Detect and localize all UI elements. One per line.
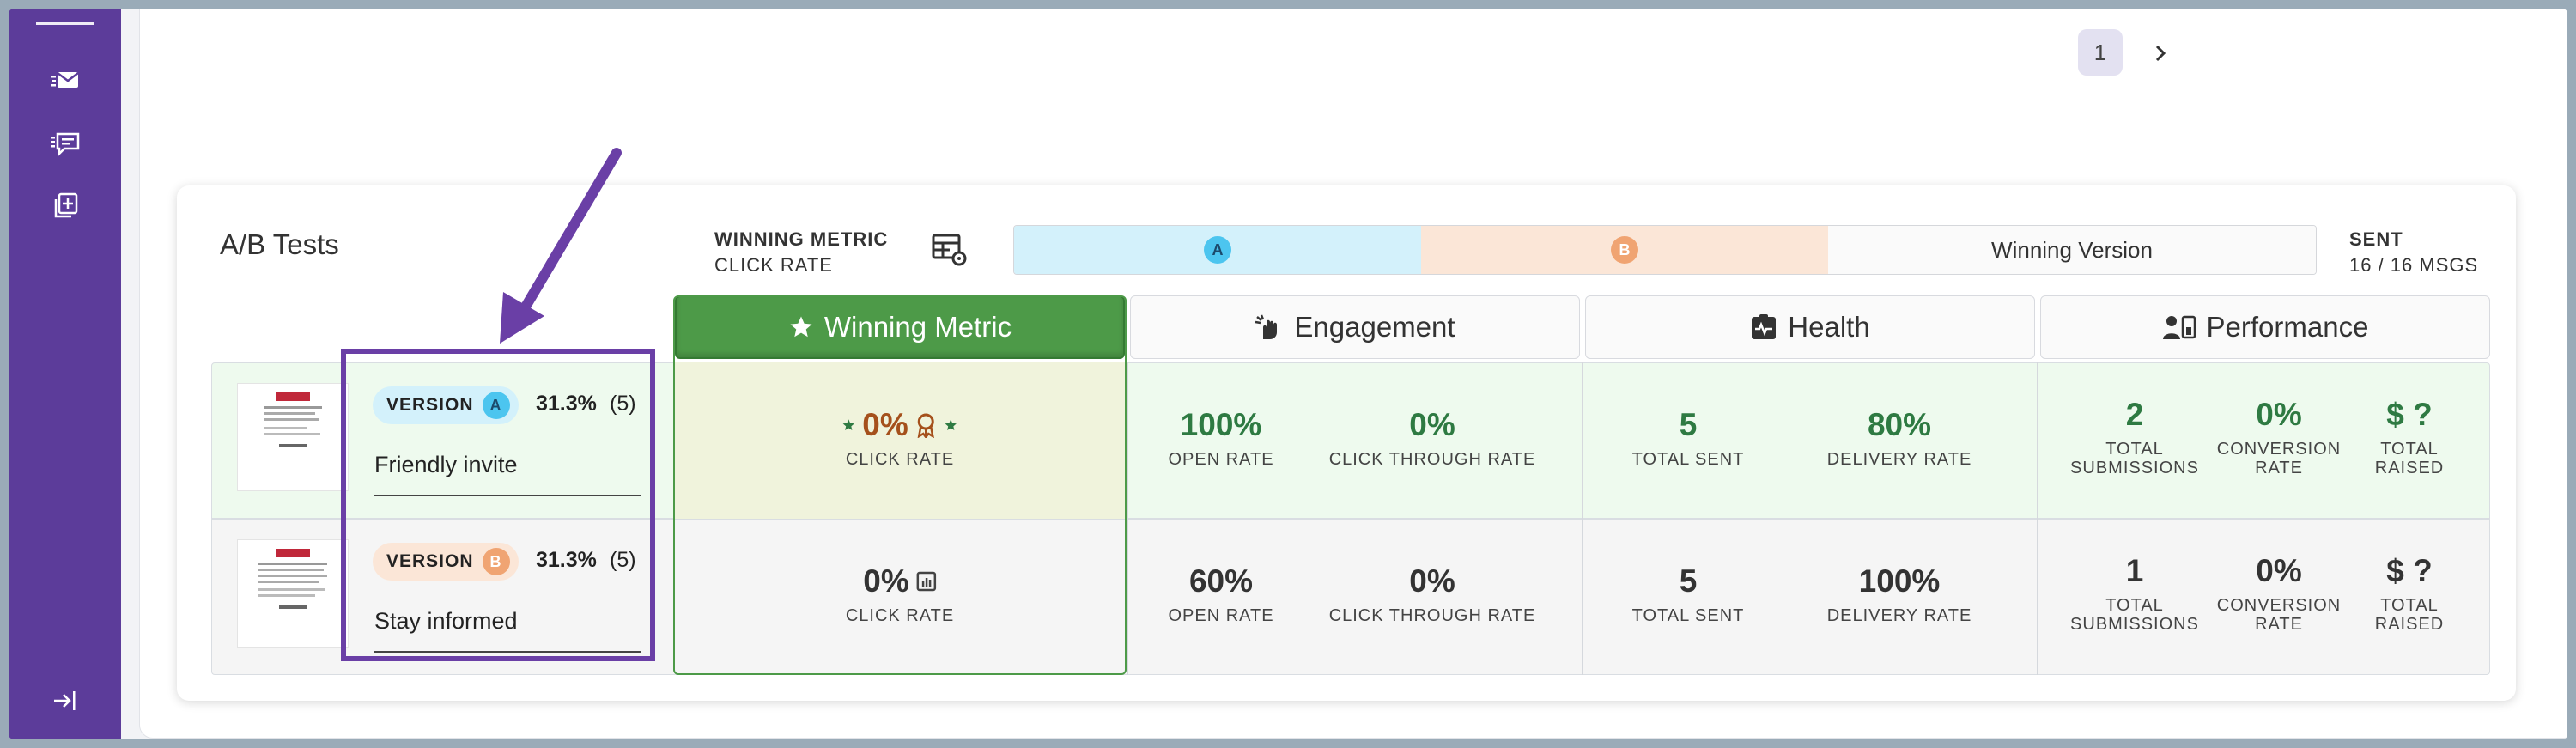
total-label: TOTAL: [2105, 596, 2164, 615]
total-sent-label: TOTAL SENT: [1631, 606, 1745, 625]
bar-chart-icon[interactable]: [916, 571, 937, 592]
version-b-click-rate-value: 0%: [863, 563, 909, 599]
version-b-click-rate: 0% CLICK RATE: [846, 563, 954, 625]
conversion-label: CONVERSION: [2216, 440, 2342, 459]
version-a-delivery-rate: 80% DELIVERY RATE: [1827, 407, 1972, 469]
pagination-current-page[interactable]: 1: [2078, 29, 2123, 76]
rate-label: RATE: [2255, 459, 2303, 477]
version-a-submissions: 2 TOTAL SUBMISSIONS: [2070, 397, 2199, 477]
divider-engagement: [1127, 362, 1128, 675]
raised-label: RAISED: [2374, 459, 2445, 477]
version-a-click-rate-value: 0%: [862, 407, 908, 442]
card-title: A/B Tests: [220, 228, 339, 260]
version-b-submissions: 1 TOTAL SUBMISSIONS: [2070, 553, 2199, 634]
version-b-total-raised: $ ? TOTAL RAISED: [2375, 553, 2444, 634]
open-rate-label: OPEN RATE: [1168, 450, 1274, 469]
version-a-open-rate: 100% OPEN RATE: [1168, 407, 1273, 469]
total-label: TOTAL: [2380, 440, 2439, 459]
version-b-submissions-value: 1: [2125, 553, 2144, 588]
delivery-rate-label: DELIVERY RATE: [1826, 606, 1972, 625]
version-a-click-rate: 0% CLICK RATE: [841, 407, 957, 469]
version-a-total-sent-value: 5: [1679, 407, 1698, 442]
collapse-sidebar-icon[interactable]: [50, 685, 81, 716]
section-winning-label: Winning Metric: [823, 311, 1012, 343]
section-engagement: Engagement: [1130, 295, 1580, 359]
section-health-label: Health: [1788, 311, 1870, 343]
submissions-label: SUBMISSIONS: [2070, 459, 2199, 477]
email-thumbnail-b[interactable]: [237, 539, 349, 648]
version-b-ctr-value: 0%: [1409, 563, 1455, 599]
winning-metric-summary: WINNING METRIC CLICK RATE: [714, 227, 888, 278]
version-b-conversion-rate: 0% CONVERSION RATE: [2217, 553, 2341, 634]
total-label: TOTAL: [2105, 440, 2164, 459]
total-sent-label: TOTAL SENT: [1631, 450, 1745, 469]
section-health: Health: [1585, 295, 2035, 359]
sent-value: 16 / 16 MSGS: [2349, 254, 2479, 276]
rate-label: RATE: [2255, 615, 2303, 634]
divider-health: [1582, 362, 1583, 675]
ctr-label: CLICK THROUGH RATE: [1328, 606, 1536, 625]
legend-version-b: B: [1421, 226, 1828, 274]
section-performance-label: Performance: [2206, 311, 2369, 343]
divider-performance: [2037, 362, 2038, 675]
email-thumbnail-a[interactable]: [237, 383, 349, 491]
submissions-label: SUBMISSIONS: [2070, 615, 2199, 634]
click-rate-label: CLICK RATE: [845, 450, 955, 469]
version-a-ctr: 0% CLICK THROUGH RATE: [1329, 407, 1536, 469]
email-send-icon[interactable]: [50, 65, 81, 96]
section-winning-metric: Winning Metric: [675, 295, 1125, 359]
version-a-delivery-rate-value: 80%: [1867, 407, 1932, 442]
version-b-open-rate-value: 60%: [1188, 563, 1254, 599]
health-monitor-icon: [1752, 314, 1777, 339]
version-a-total-sent: 5 TOTAL SENT: [1632, 407, 1745, 469]
total-label: TOTAL: [2380, 596, 2439, 615]
sent-summary: SENT 16 / 16 MSGS: [2349, 227, 2478, 278]
delivery-rate-label: DELIVERY RATE: [1826, 450, 1972, 469]
annotation-highlight-box: [341, 349, 655, 661]
version-b-total-sent: 5 TOTAL SENT: [1632, 563, 1745, 625]
engagement-hand-icon: [1255, 314, 1278, 339]
legend-version-a: A: [1014, 226, 1421, 274]
conversion-label: CONVERSION: [2216, 596, 2342, 615]
version-b-total-raised-value: $ ?: [2386, 553, 2433, 588]
version-a-total-raised: $ ? TOTAL RAISED: [2375, 397, 2444, 477]
version-b-conversion-rate-value: 0%: [2256, 553, 2302, 588]
section-performance: Performance: [2040, 295, 2490, 359]
raised-label: RAISED: [2374, 615, 2445, 634]
version-a-conversion-rate: 0% CONVERSION RATE: [2217, 397, 2341, 477]
sidebar-divider: [36, 22, 94, 25]
performance-person-icon: [2162, 315, 2196, 339]
table-settings-icon[interactable]: [931, 230, 970, 270]
sent-label: SENT: [2349, 228, 2403, 250]
version-a-conversion-rate-value: 0%: [2256, 397, 2302, 432]
version-a-open-rate-value: 100%: [1180, 407, 1262, 442]
open-rate-label: OPEN RATE: [1168, 606, 1274, 625]
award-ribbon-icon: [918, 413, 935, 438]
version-b-ctr: 0% CLICK THROUGH RATE: [1329, 563, 1536, 625]
version-b-total-sent-value: 5: [1679, 563, 1698, 599]
legend-winning-version: Winning Version: [1828, 226, 2316, 274]
star-icon: [842, 419, 854, 430]
sidebar: [9, 9, 121, 739]
version-a-submissions-value: 2: [2125, 397, 2144, 432]
version-legend: A B Winning Version: [1013, 225, 2317, 275]
click-rate-label: CLICK RATE: [845, 606, 955, 625]
version-a-total-raised-value: $ ?: [2386, 397, 2433, 432]
legend-b-circle: B: [1611, 236, 1638, 264]
version-a-ctr-value: 0%: [1409, 407, 1455, 442]
star-icon: [945, 419, 957, 430]
winning-metric-value: CLICK RATE: [714, 254, 833, 276]
winning-metric-label: WINNING METRIC: [714, 228, 889, 250]
pagination-next-icon[interactable]: [2150, 43, 2171, 64]
ctr-label: CLICK THROUGH RATE: [1328, 450, 1536, 469]
add-copy-icon[interactable]: [50, 191, 81, 222]
version-b-delivery-rate: 100% DELIVERY RATE: [1827, 563, 1972, 625]
version-b-delivery-rate-value: 100%: [1858, 563, 1941, 599]
star-icon: [790, 316, 812, 338]
section-engagement-label: Engagement: [1294, 311, 1455, 343]
version-b-open-rate: 60% OPEN RATE: [1168, 563, 1273, 625]
legend-a-circle: A: [1204, 236, 1231, 264]
message-list-icon[interactable]: [50, 129, 81, 160]
